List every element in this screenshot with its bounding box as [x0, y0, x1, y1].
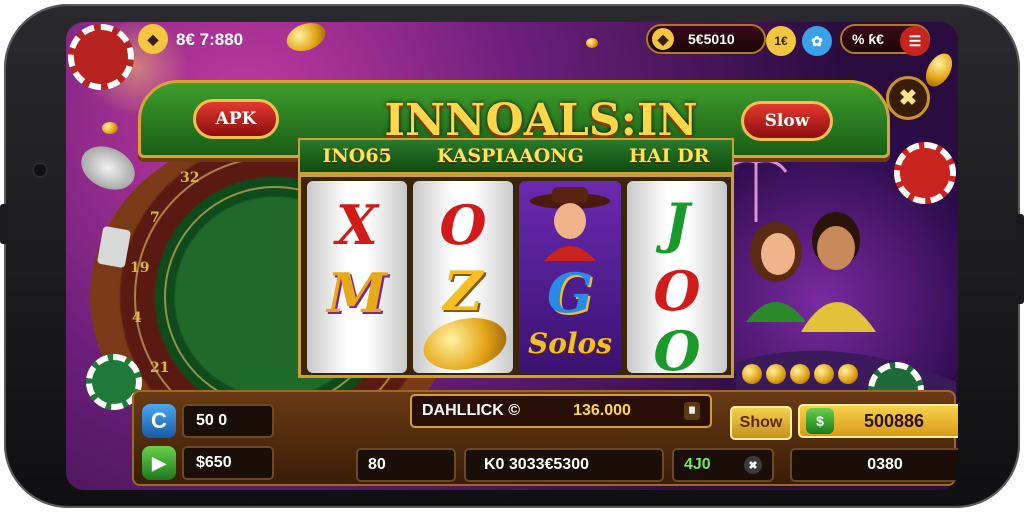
casino-chip	[68, 24, 134, 90]
reel-symbol: J	[664, 191, 690, 255]
coins-display: ◆ 5€5010	[646, 24, 766, 54]
woman-player	[746, 222, 806, 322]
info-value: 136.000	[573, 402, 631, 419]
box-b: K0 3033€5300	[464, 448, 664, 482]
svg-text:21: 21	[150, 360, 169, 376]
pause-icon[interactable]: ⏸	[683, 402, 700, 420]
box-a: 80	[356, 448, 456, 482]
reel-symbol: O	[439, 193, 487, 257]
win-box: $650	[182, 446, 274, 480]
reel-4: J O O	[627, 181, 727, 373]
svg-text:4: 4	[132, 310, 142, 326]
bet-box[interactable]: 50 0	[182, 404, 274, 438]
balance-coin-icon: ◆	[138, 24, 168, 54]
total-box: $ 500886	[798, 404, 958, 438]
info-label: DAHLLICK ©	[422, 402, 520, 419]
reel-symbol: O	[653, 259, 701, 323]
reel-symbol: O	[653, 319, 701, 373]
subbar-left: INO65	[322, 145, 392, 167]
box-a-value: 80	[368, 456, 386, 473]
box-b-value: K0 3033€5300	[484, 456, 589, 473]
game-screen: 7194 21232	[66, 22, 958, 490]
settings-icon[interactable]: ✿	[802, 26, 832, 56]
casino-chip	[894, 142, 956, 204]
mini-coin-row	[742, 364, 858, 384]
subbar-middle: KASPIAAONG	[436, 145, 584, 167]
info-bar: DAHLLICK © 136.000 ⏸	[410, 394, 712, 428]
play-icon[interactable]: ▶	[142, 446, 176, 480]
side-button	[0, 204, 8, 244]
floating-coin	[102, 122, 118, 134]
box-d: 0380	[790, 448, 958, 482]
svg-text:19: 19	[130, 260, 149, 276]
reel-1: X M	[307, 181, 407, 373]
front-camera	[34, 164, 46, 176]
slot-machine: X M O Z G Solos J O O	[298, 174, 734, 378]
subtitle-bar: INO65 KASPIAAONG HAI DR	[298, 138, 734, 174]
timer-value: % ƙ€	[852, 31, 884, 47]
level-badge: 1€	[766, 26, 796, 56]
box-c-value: 4J0	[684, 456, 711, 473]
apk-button[interactable]: APK	[193, 99, 279, 139]
coins-value: 5€5010	[688, 31, 735, 47]
control-panel: C 50 0 ▶ $650 DAHLLICK © 136.000 ⏸ Show …	[132, 390, 958, 486]
close-small-icon[interactable]: ✖	[744, 456, 762, 474]
reel-symbol: M	[327, 261, 387, 325]
win-value: $650	[196, 454, 232, 471]
balance-text: 8€ 7:880	[176, 30, 244, 49]
power-button	[1016, 214, 1024, 304]
dollar-icon: $	[806, 408, 834, 434]
total-value: 500886	[864, 410, 925, 431]
reel-symbol: G	[546, 261, 594, 325]
box-d-value: 0380	[867, 456, 903, 473]
close-icon[interactable]: ✖	[886, 76, 930, 120]
floating-coin	[282, 22, 330, 57]
coin-stack-icon: ◆	[652, 28, 674, 50]
bet-value: 50 0	[196, 412, 228, 429]
refresh-icon[interactable]: C	[142, 404, 176, 438]
show-button[interactable]: Show	[730, 406, 792, 440]
cowgirl-symbol	[530, 187, 610, 261]
svg-text:7: 7	[150, 210, 160, 226]
subbar-right: HAI DR	[628, 145, 710, 167]
svg-text:32: 32	[180, 170, 199, 186]
reel-3: G Solos	[519, 181, 621, 373]
reel-symbol: Solos	[528, 327, 612, 360]
floating-coin	[586, 38, 598, 48]
box-c: 4J0 ✖	[672, 448, 774, 482]
menu-icon[interactable]: ☰	[900, 26, 930, 56]
reel-2: O Z	[413, 181, 513, 373]
reel-symbol: X	[336, 193, 378, 257]
reel-symbol: Z	[443, 259, 483, 323]
slow-button[interactable]: Slow	[741, 101, 833, 141]
